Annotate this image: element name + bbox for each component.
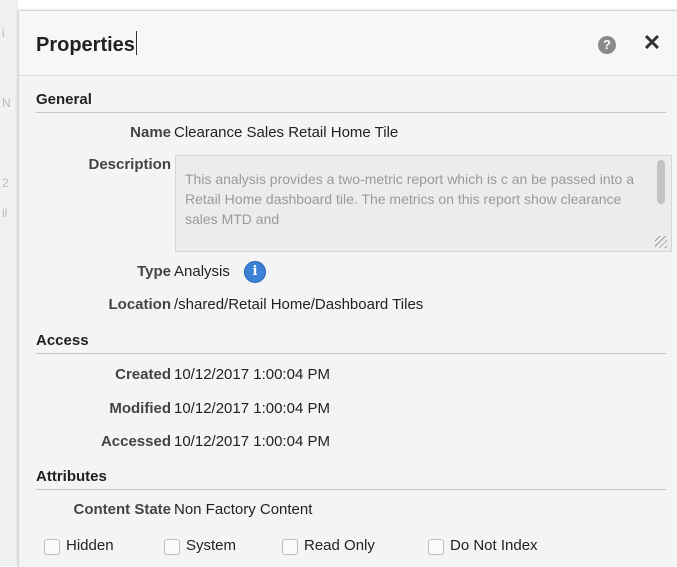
checkbox-box[interactable] bbox=[282, 539, 298, 555]
checkbox-box[interactable] bbox=[428, 539, 444, 555]
resize-handle-icon[interactable] bbox=[655, 236, 667, 248]
background-text-fragment: i bbox=[2, 26, 5, 40]
modified-label: Modified bbox=[109, 400, 171, 417]
info-icon[interactable]: i bbox=[244, 261, 266, 283]
background-text-fragment: il bbox=[2, 206, 8, 220]
content-state-label: Content State bbox=[73, 501, 172, 518]
section-heading-general: General bbox=[36, 90, 666, 113]
background-text-fragment: N bbox=[2, 96, 11, 110]
checkbox-label: Do Not Index bbox=[450, 537, 538, 554]
dialog-title: Properties bbox=[36, 31, 137, 57]
description-label: Description bbox=[88, 156, 171, 173]
checkbox-label: Hidden bbox=[66, 537, 114, 554]
modified-value: 10/12/2017 1:00:04 PM bbox=[174, 400, 330, 417]
type-value: Analysis bbox=[174, 263, 230, 280]
accessed-label: Accessed bbox=[100, 433, 171, 450]
checkbox-box[interactable] bbox=[44, 539, 60, 555]
description-text: This analysis provides a two-metric repo… bbox=[185, 171, 634, 227]
accessed-value: 10/12/2017 1:00:04 PM bbox=[174, 433, 330, 450]
help-icon[interactable]: ? bbox=[598, 36, 616, 54]
type-label: Type bbox=[137, 263, 171, 280]
section-heading-attributes: Attributes bbox=[36, 467, 666, 490]
checkbox-label: System bbox=[186, 537, 237, 554]
created-value: 10/12/2017 1:00:04 PM bbox=[174, 366, 330, 383]
properties-dialog: Properties ? ✕ General Name Clearance Sa… bbox=[18, 10, 677, 567]
background-page: i N 2 il bbox=[0, 0, 18, 566]
name-value: Clearance Sales Retail Home Tile bbox=[174, 124, 399, 141]
location-value: /shared/Retail Home/Dashboard Tiles bbox=[174, 296, 424, 313]
created-label: Created bbox=[115, 366, 171, 383]
section-heading-access: Access bbox=[36, 331, 666, 354]
background-text-fragment: 2 bbox=[2, 176, 9, 190]
close-icon[interactable]: ✕ bbox=[642, 31, 662, 55]
location-label: Location bbox=[108, 296, 172, 313]
dialog-titlebar: Properties ? ✕ bbox=[19, 11, 677, 76]
name-label: Name bbox=[130, 124, 171, 141]
description-textarea[interactable]: This analysis provides a two-metric repo… bbox=[175, 155, 672, 252]
checkbox-label: Read Only bbox=[304, 537, 375, 554]
description-scrollbar[interactable] bbox=[657, 160, 665, 204]
checkbox-box[interactable] bbox=[164, 539, 180, 555]
content-state-value: Non Factory Content bbox=[174, 501, 313, 518]
